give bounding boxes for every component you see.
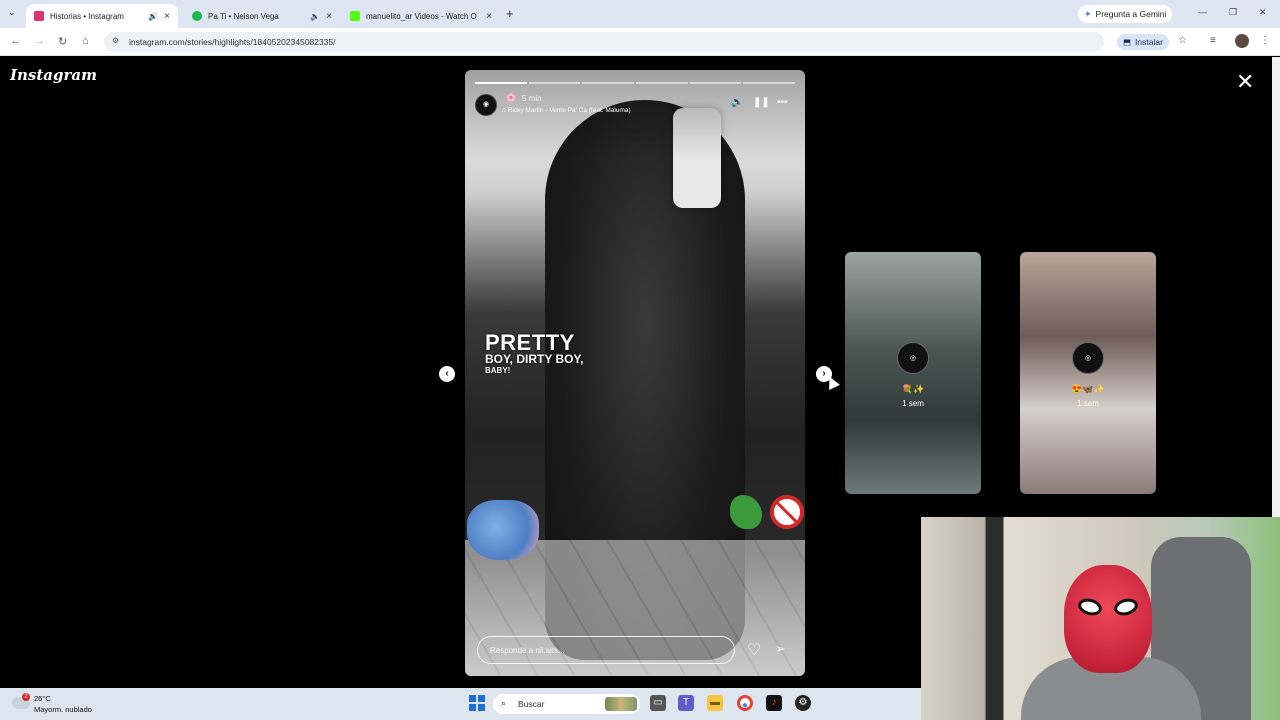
steam-icon[interactable]: ⚙: [795, 695, 811, 711]
progress-segment: [743, 82, 796, 84]
forward-arrow-icon[interactable]: →: [34, 35, 45, 47]
search-icon: ⌕: [501, 698, 507, 708]
story-username-badge[interactable]: 🌸: [506, 93, 516, 102]
url-text: instagram.com/stories/highlights/1840520…: [129, 37, 336, 47]
reply-input[interactable]: Responde a nii.aits...: [477, 636, 735, 664]
teams-icon[interactable]: T: [678, 695, 694, 711]
pause-icon[interactable]: ❚❚: [753, 97, 770, 108]
gemini-sparkle-icon: ✦: [1084, 8, 1092, 19]
weather-temperature[interactable]: 26°C: [34, 694, 51, 703]
tab-spotify[interactable]: Pa Ti • Nelson Vega 🔈 ×: [184, 4, 340, 28]
install-app-button[interactable]: ⬒ Instalar: [1117, 34, 1169, 50]
instagram-favicon-icon: [34, 11, 44, 21]
preview-avatar: ◎: [1072, 342, 1104, 374]
tab-kick[interactable]: manuelito_ar Videos - Watch O ×: [342, 4, 500, 28]
preview-time: 1 sem: [1077, 399, 1099, 408]
music-note-icon: ♫: [501, 107, 508, 114]
windows-taskbar: [0, 688, 921, 720]
minimize-icon[interactable]: —: [1198, 7, 1207, 17]
windows-start-icon[interactable]: [469, 695, 485, 711]
new-tab-plus-icon[interactable]: +: [506, 6, 514, 21]
mask-eye: [1076, 596, 1104, 618]
tab-instagram[interactable]: Historias • Instagram 🔊 ×: [26, 4, 178, 28]
site-info-icon[interactable]: ⚙: [112, 36, 119, 45]
crocodile-sticker: [730, 495, 762, 529]
no-sign-sticker: [770, 495, 804, 529]
chrome-icon[interactable]: ●: [737, 695, 753, 711]
previous-story-chevron-icon[interactable]: ‹: [439, 366, 455, 382]
preview-time: 1 sem: [902, 399, 924, 408]
tab-search-chevron-icon[interactable]: ⌄: [8, 7, 16, 18]
tab-title: Historias • Instagram: [50, 11, 124, 21]
progress-segment: [475, 82, 527, 84]
tab-title: manuelito_ar Videos - Watch O: [366, 11, 477, 21]
browser-menu-icon[interactable]: ⋮: [1260, 35, 1270, 46]
bookmark-star-icon[interactable]: ☆: [1178, 35, 1187, 46]
story-progress-bar: [475, 82, 796, 84]
progress-segment: [582, 82, 635, 84]
kick-favicon-icon: [350, 11, 360, 21]
more-options-icon[interactable]: •••: [777, 97, 788, 108]
audio-muted-icon[interactable]: 🔈: [310, 12, 320, 21]
volume-icon[interactable]: 🔊: [731, 97, 743, 108]
mask-eye: [1112, 596, 1140, 618]
browser-toolbar: ← → ↻ ⌂ ⚙ instagram.com/stories/highligh…: [0, 28, 1280, 56]
window-close-icon[interactable]: ✕: [1259, 7, 1267, 18]
tab-close-icon[interactable]: ×: [164, 11, 170, 22]
story-preview-1[interactable]: ◎ 💐✨ 1 sem: [845, 252, 981, 494]
home-icon[interactable]: ⌂: [82, 35, 89, 47]
webcam-overlay: [921, 517, 1280, 720]
send-icon[interactable]: ➢: [775, 641, 786, 657]
preview-name: 💐✨: [901, 384, 925, 394]
progress-segment: [689, 82, 742, 84]
browser-tab-strip: ⌄ Historias • Instagram 🔊 × Pa Ti • Nels…: [0, 0, 1280, 28]
install-label: Instalar: [1135, 37, 1163, 47]
tab-close-icon[interactable]: ×: [326, 11, 332, 22]
instagram-logo[interactable]: Instagram: [10, 66, 97, 84]
preview-name: 😍🦋✨: [1071, 384, 1105, 394]
progress-segment: [528, 82, 581, 84]
gemini-button[interactable]: ✦ Pregunta a Gemini: [1078, 5, 1173, 23]
stitch-sticker: [467, 500, 539, 560]
gemini-label: Pregunta a Gemini: [1095, 9, 1167, 19]
search-label: Buscar: [518, 699, 545, 709]
tab-close-icon[interactable]: ×: [486, 11, 492, 22]
file-explorer-icon[interactable]: ▬: [707, 695, 723, 711]
profile-avatar[interactable]: [1235, 34, 1249, 48]
spiderman-mask: [1064, 565, 1152, 673]
task-view-icon[interactable]: ▭: [650, 695, 666, 711]
story-caption-line3: BABY!: [485, 366, 511, 375]
story-preview-2[interactable]: ◎ 😍🦋✨ 1 sem: [1020, 252, 1156, 494]
story-time: 5 min: [522, 94, 542, 103]
close-stories-icon[interactable]: ✕: [1236, 71, 1254, 93]
install-monitor-icon: ⬒: [1123, 36, 1132, 47]
story-viewer[interactable]: ◉ 🌸 5 min ♫ Ricky Martin - Vente Pa' Ca …: [465, 70, 805, 676]
progress-segment: [636, 82, 688, 84]
tiktok-icon[interactable]: ♪: [766, 695, 782, 711]
heart-icon[interactable]: ♡: [747, 640, 761, 660]
story-music[interactable]: ♫ Ricky Martin - Vente Pa' Ca (feat. Mal…: [501, 107, 631, 114]
search-highlight-image: [605, 697, 637, 711]
preview-avatar: ◎: [897, 342, 929, 374]
back-arrow-icon[interactable]: ←: [10, 35, 21, 47]
tab-title: Pa Ti • Nelson Vega: [208, 11, 279, 21]
address-bar[interactable]: ⚙ instagram.com/stories/highlights/18405…: [104, 32, 1104, 52]
audio-playing-icon[interactable]: 🔊: [148, 12, 158, 21]
spotify-favicon-icon: [192, 11, 202, 21]
maximize-icon[interactable]: ❐: [1229, 7, 1237, 18]
taskbar-search[interactable]: ⌕ Buscar: [493, 694, 640, 714]
media-control-icon[interactable]: ≡: [1210, 35, 1216, 46]
story-music-label: Ricky Martin - Vente Pa' Ca (feat. Malum…: [507, 107, 631, 114]
story-avatar[interactable]: ◉: [475, 94, 497, 116]
story-caption-line2: BOY, DIRTY BOY,: [485, 352, 584, 366]
weather-badge: 2: [22, 693, 30, 701]
weather-description[interactable]: Mayorm. nublado: [34, 705, 92, 714]
reload-icon[interactable]: ↻: [58, 35, 67, 48]
